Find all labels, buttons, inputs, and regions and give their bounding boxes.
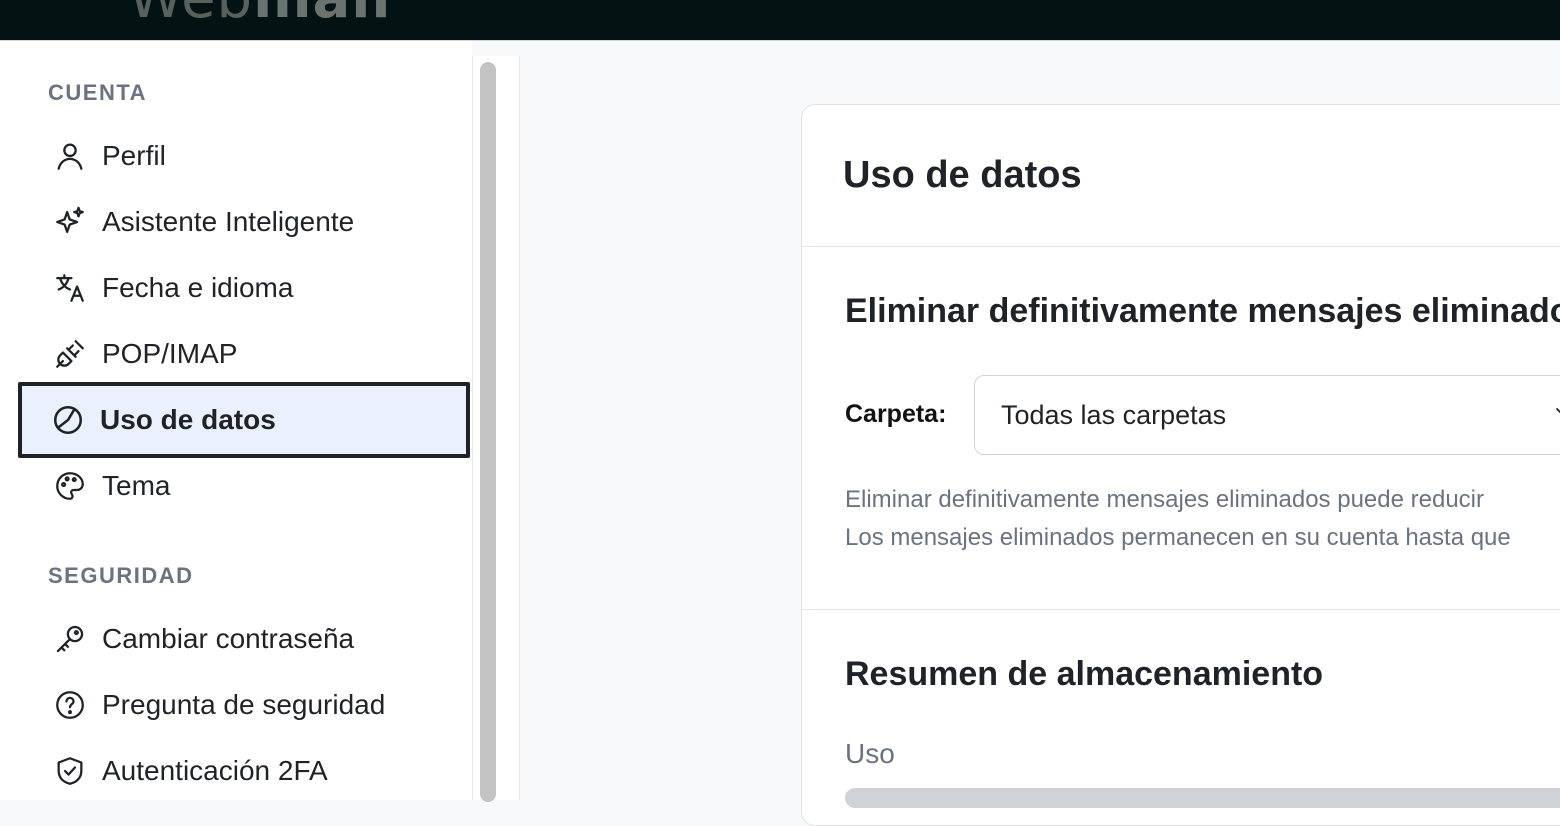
sidebar-item-fecha-idioma[interactable]: Fecha e idioma (20, 255, 468, 321)
sidebar-item-label: Tema (102, 470, 171, 501)
purge-heading: Eliminar definitivamente mensajes elimin… (845, 292, 1560, 330)
usage-bar (845, 788, 1560, 808)
sidebar-item-uso-de-datos[interactable]: Uso de datos (18, 382, 470, 458)
sidebar-item-tema[interactable]: Tema (20, 453, 468, 519)
folder-label: Carpeta: (845, 400, 947, 428)
sidebar-item-label: Uso de datos (100, 404, 276, 435)
key-icon (52, 621, 88, 657)
purge-help-line-1: Eliminar definitivamente mensajes elimin… (845, 486, 1484, 513)
translate-icon (52, 270, 88, 306)
palette-icon (52, 468, 88, 504)
usage-bar-fill (845, 788, 1560, 808)
sidebar-item-label: Asistente Inteligente (102, 206, 355, 237)
sidebar-item-label: Autenticación 2FA (102, 755, 328, 786)
chevron-down-icon (1556, 408, 1560, 414)
storage-heading: Resumen de almacenamiento (845, 655, 1324, 693)
sidebar-item-pop-imap[interactable]: POP/IMAP (20, 321, 468, 387)
sidebar-item-perfil[interactable]: Perfil (20, 123, 468, 189)
sidebar-scrollbar[interactable] (480, 62, 496, 802)
top-bar: Webmail (0, 0, 1560, 41)
logo-text-light: Web (128, 0, 253, 31)
pie-chart-icon (50, 402, 86, 438)
sidebar-item-label: Fecha e idioma (102, 272, 294, 303)
sparkles-icon (52, 204, 88, 240)
purge-help-line-2: Los mensajes eliminados permanecen en su… (845, 524, 1511, 551)
usage-label: Uso (845, 738, 895, 769)
folder-select[interactable]: Todas las carpetas (974, 375, 1560, 455)
logo-text-bold: mail (253, 0, 392, 31)
sidebar-item-label: Pregunta de seguridad (102, 689, 386, 720)
sidebar-item-cambiar-contrasena[interactable]: Cambiar contraseña (20, 606, 468, 672)
page-title: Uso de datos (843, 154, 1082, 196)
section-title-seguridad: SEGURIDAD (48, 563, 194, 588)
sidebar-item-label: Cambiar contraseña (102, 623, 355, 654)
sidebar-item-label: Perfil (102, 140, 166, 171)
sidebar-item-pregunta-seguridad[interactable]: Pregunta de seguridad (20, 672, 468, 738)
sidebar-item-autenticacion-2fa[interactable]: Autenticación 2FA (20, 738, 468, 804)
shield-check-icon (52, 753, 88, 789)
plug-icon (52, 336, 88, 372)
user-icon (52, 138, 88, 174)
sidebar-item-label: POP/IMAP (102, 338, 238, 369)
folder-select-value: Todas las carpetas (1001, 399, 1227, 430)
section-title-cuenta: CUENTA (48, 80, 148, 105)
sidebar-item-asistente[interactable]: Asistente Inteligente (20, 189, 468, 255)
data-usage-card (801, 104, 1560, 826)
question-circle-icon (52, 687, 88, 723)
app-logo[interactable]: Webmail (128, 0, 392, 31)
divider (802, 609, 1560, 610)
divider (802, 246, 1560, 247)
